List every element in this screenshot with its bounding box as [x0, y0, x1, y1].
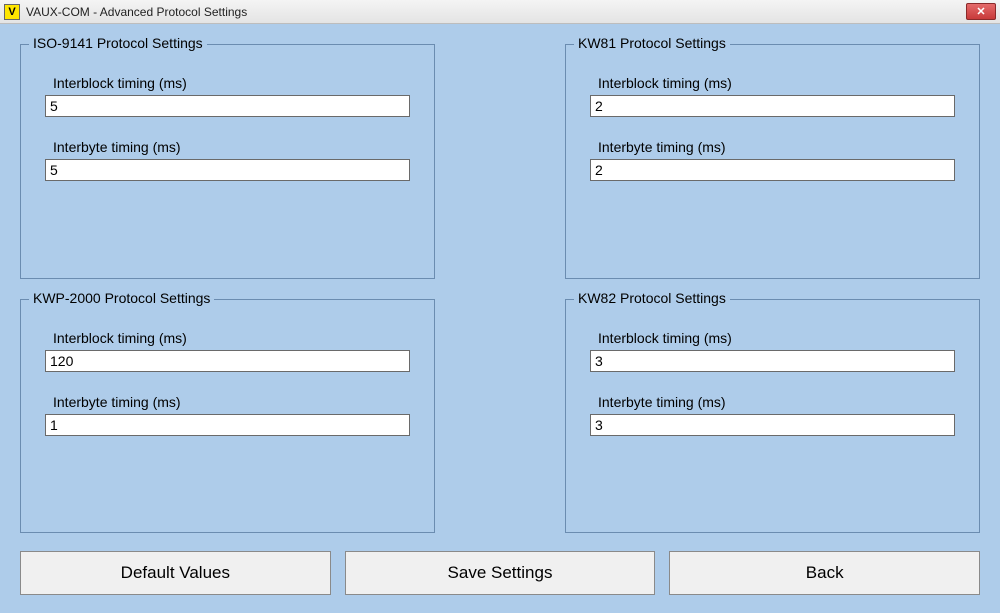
close-button[interactable]: ✕ [966, 3, 996, 20]
kw81-interbyte-field: Interbyte timing (ms) [590, 139, 955, 181]
save-settings-button[interactable]: Save Settings [345, 551, 656, 595]
button-row: Default Values Save Settings Back [20, 533, 980, 613]
kwp2000-interbyte-field: Interbyte timing (ms) [45, 394, 410, 436]
back-button[interactable]: Back [669, 551, 980, 595]
kw82-interbyte-label: Interbyte timing (ms) [598, 394, 955, 410]
iso9141-interbyte-field: Interbyte timing (ms) [45, 139, 410, 181]
kw81-interblock-label: Interblock timing (ms) [598, 75, 955, 91]
titlebar: V VAUX-COM - Advanced Protocol Settings … [0, 0, 1000, 24]
kw81-interblock-field: Interblock timing (ms) [590, 75, 955, 117]
iso9141-interbyte-label: Interbyte timing (ms) [53, 139, 410, 155]
iso9141-interblock-input[interactable] [45, 95, 410, 117]
client-area: ISO-9141 Protocol Settings Interblock ti… [0, 24, 1000, 613]
kwp2000-interbyte-label: Interbyte timing (ms) [53, 394, 410, 410]
iso9141-interblock-field: Interblock timing (ms) [45, 75, 410, 117]
group-kw82: KW82 Protocol Settings Interblock timing… [565, 299, 980, 534]
kw81-interbyte-input[interactable] [590, 159, 955, 181]
window-title: VAUX-COM - Advanced Protocol Settings [26, 5, 247, 19]
settings-grid: ISO-9141 Protocol Settings Interblock ti… [20, 44, 980, 533]
group-kw81-title: KW81 Protocol Settings [574, 35, 730, 51]
kw82-interbyte-input[interactable] [590, 414, 955, 436]
kw81-interbyte-label: Interbyte timing (ms) [598, 139, 955, 155]
default-values-button[interactable]: Default Values [20, 551, 331, 595]
group-kwp2000: KWP-2000 Protocol Settings Interblock ti… [20, 299, 435, 534]
iso9141-interbyte-input[interactable] [45, 159, 410, 181]
group-iso9141-title: ISO-9141 Protocol Settings [29, 35, 207, 51]
kw82-interblock-label: Interblock timing (ms) [598, 330, 955, 346]
kw82-interblock-field: Interblock timing (ms) [590, 330, 955, 372]
group-kwp2000-title: KWP-2000 Protocol Settings [29, 290, 214, 306]
kwp2000-interbyte-input[interactable] [45, 414, 410, 436]
kwp2000-interblock-input[interactable] [45, 350, 410, 372]
kw82-interblock-input[interactable] [590, 350, 955, 372]
kw81-interblock-input[interactable] [590, 95, 955, 117]
group-kw82-title: KW82 Protocol Settings [574, 290, 730, 306]
close-icon: ✕ [976, 5, 985, 18]
app-icon: V [4, 4, 20, 20]
group-kw81: KW81 Protocol Settings Interblock timing… [565, 44, 980, 279]
iso9141-interblock-label: Interblock timing (ms) [53, 75, 410, 91]
kwp2000-interblock-label: Interblock timing (ms) [53, 330, 410, 346]
kw82-interbyte-field: Interbyte timing (ms) [590, 394, 955, 436]
group-iso9141: ISO-9141 Protocol Settings Interblock ti… [20, 44, 435, 279]
kwp2000-interblock-field: Interblock timing (ms) [45, 330, 410, 372]
